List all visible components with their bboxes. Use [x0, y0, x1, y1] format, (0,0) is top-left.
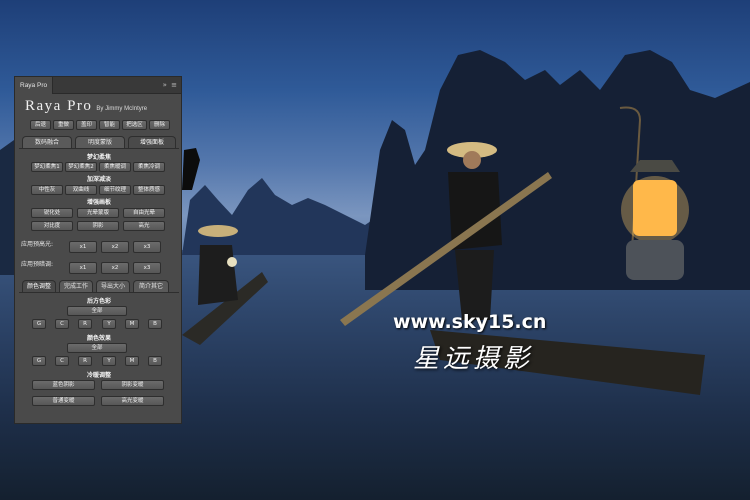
glow-mask-button[interactable]: 光晕蒙版	[77, 208, 119, 218]
dream-glow-2-button[interactable]: 梦幻柔焦2	[65, 162, 97, 172]
overall-texture-button[interactable]: 整体质感	[133, 185, 165, 195]
channel-b-button[interactable]: B	[148, 319, 162, 329]
glow-x2-button[interactable]: x2	[101, 241, 129, 253]
tab-export-size[interactable]: 导出大小	[96, 280, 130, 292]
selection-button[interactable]: 把选区	[122, 120, 147, 130]
tab-digital-blending[interactable]: 数码融合	[22, 136, 72, 148]
channel-m-button[interactable]: M	[125, 319, 139, 329]
glow-x3-button[interactable]: x3	[133, 241, 161, 253]
tab-divider-bottom	[19, 292, 179, 293]
effects-all-button[interactable]: 全部	[67, 343, 127, 353]
effects-r-button[interactable]: R	[78, 356, 92, 366]
effects-m-button[interactable]: M	[125, 356, 139, 366]
neutral-grey-button[interactable]: 中性灰	[31, 185, 63, 195]
tab-enhance-panel[interactable]: 增强面板	[128, 136, 176, 148]
panel-menu-icon[interactable]: » ≡	[163, 81, 178, 89]
channel-r-button[interactable]: R	[78, 319, 92, 329]
lantern-base	[626, 240, 684, 280]
blue-shadows-button[interactable]: 蓝色阴影	[32, 380, 95, 390]
section-dodge-burn: 加深减淡	[86, 176, 111, 183]
tab-luminosity-masks[interactable]: 明度蒙版	[75, 136, 125, 148]
contrast-button[interactable]: 对比度	[31, 221, 73, 231]
left-lantern-glow	[227, 257, 237, 267]
tab-divider	[19, 148, 179, 149]
smart-object-button[interactable]: 智能	[99, 120, 120, 130]
cormorant-bird	[182, 148, 200, 190]
channel-y-button[interactable]: Y	[102, 319, 116, 329]
left-fisherman-body	[198, 245, 238, 305]
glow-cool-button[interactable]: 柔焦冷调	[133, 162, 165, 172]
color-all-button[interactable]: 全部	[67, 306, 127, 316]
watermark-studio-name: 星远摄影	[413, 344, 534, 374]
watermark-url: www.sky15.cn	[393, 311, 547, 333]
left-fisherman-hat	[198, 225, 238, 237]
panel-brand: Raya Pro By Jimmy McIntyre	[25, 98, 147, 114]
shadow-x2-button[interactable]: x2	[101, 262, 129, 274]
section-enhance: 增强画板	[86, 199, 111, 206]
brand-author: By Jimmy McIntyre	[96, 106, 148, 112]
right-fisherman-face	[463, 151, 481, 169]
warm-shadows-button[interactable]: 阴影变暖	[101, 380, 164, 390]
tab-about-other[interactable]: 简介其它	[133, 280, 169, 292]
shadows-button[interactable]: 阴影	[77, 221, 119, 231]
glow-x1-button[interactable]: x1	[69, 241, 97, 253]
shadow-x3-button[interactable]: x3	[133, 262, 161, 274]
section-dream-glow: 梦幻柔焦	[86, 154, 111, 161]
section-color-effects: 颜色效果	[86, 335, 111, 342]
sharpen-button[interactable]: 锐化处	[31, 208, 73, 218]
shadow-x1-button[interactable]: x1	[69, 262, 97, 274]
right-fisherman-legs	[455, 250, 494, 320]
highlights-button[interactable]: 高光	[123, 221, 165, 231]
panel-tab-raya-pro[interactable]: Raya Pro	[15, 77, 53, 94]
free-glow-button[interactable]: 自由光晕	[123, 208, 165, 218]
far-mountains	[182, 178, 380, 255]
detail-texture-button[interactable]: 细节纹理	[99, 185, 131, 195]
near-mountains	[365, 50, 750, 290]
section-cool-warm: 冷暖调整	[86, 372, 111, 379]
double-curves-button[interactable]: 双曲线	[65, 185, 97, 195]
section-color-luminosity: 后方色彩	[86, 298, 111, 305]
undo-button[interactable]: 后退	[30, 120, 51, 130]
stamp-button[interactable]: 盖印	[76, 120, 97, 130]
normal-warm-button[interactable]: 普通变暖	[32, 396, 95, 406]
apply-glow-label: 应用预高光:	[21, 241, 54, 248]
panel-titlebar: Raya Pro » ≡	[15, 77, 181, 94]
brand-name: Raya Pro	[25, 98, 93, 114]
channel-c-button[interactable]: C	[55, 319, 69, 329]
effects-c-button[interactable]: C	[55, 356, 69, 366]
effects-b-button[interactable]: B	[148, 356, 162, 366]
glow-warm-button[interactable]: 柔焦暖调	[99, 162, 131, 172]
tab-finish-work[interactable]: 完成工作	[59, 280, 93, 292]
warm-highlights-button[interactable]: 高光变暖	[101, 396, 164, 406]
delete-button[interactable]: 删除	[149, 120, 170, 130]
effects-g-button[interactable]: G	[32, 356, 46, 366]
apply-shadow-label: 应用预暗调:	[21, 261, 54, 268]
left-mountain	[0, 140, 14, 275]
redo-button[interactable]: 重做	[53, 120, 74, 130]
raya-pro-panel: Raya Pro » ≡ Raya Pro By Jimmy McIntyre …	[14, 76, 182, 424]
effects-y-button[interactable]: Y	[102, 356, 116, 366]
tab-color-adjust[interactable]: 颜色调整	[22, 280, 56, 292]
channel-g-button[interactable]: G	[32, 319, 46, 329]
dream-glow-1-button[interactable]: 梦幻柔焦1	[31, 162, 63, 172]
lantern-light	[633, 180, 677, 236]
